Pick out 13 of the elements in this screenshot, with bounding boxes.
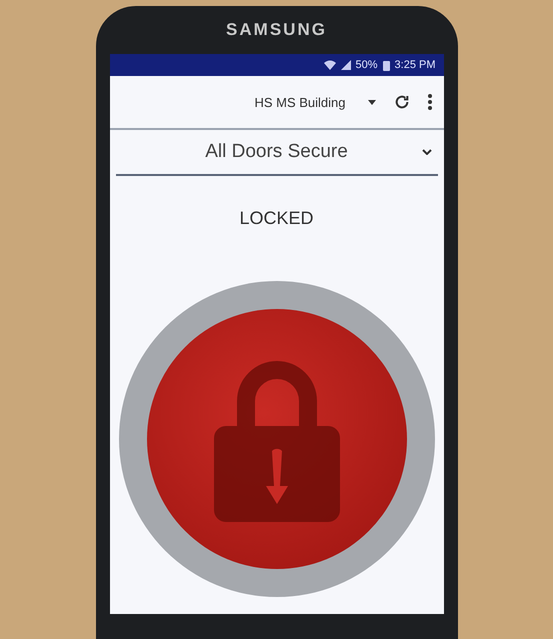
wifi-icon [324, 60, 336, 70]
building-dropdown[interactable]: HS MS Building [254, 94, 376, 110]
lock-state-label: LOCKED [238, 208, 315, 229]
battery-percent: 50% [356, 59, 378, 71]
chevron-down-icon [422, 149, 432, 155]
door-status-dropdown[interactable]: All Doors Secure [116, 130, 438, 176]
signal-icon [340, 60, 350, 70]
refresh-button[interactable] [394, 94, 410, 110]
battery-icon [382, 60, 390, 70]
brand-logo: SAMSUNG [226, 19, 327, 41]
clock-time: 3:25 PM [394, 59, 436, 71]
more-menu-button[interactable] [428, 94, 432, 110]
caret-icon [368, 100, 376, 104]
